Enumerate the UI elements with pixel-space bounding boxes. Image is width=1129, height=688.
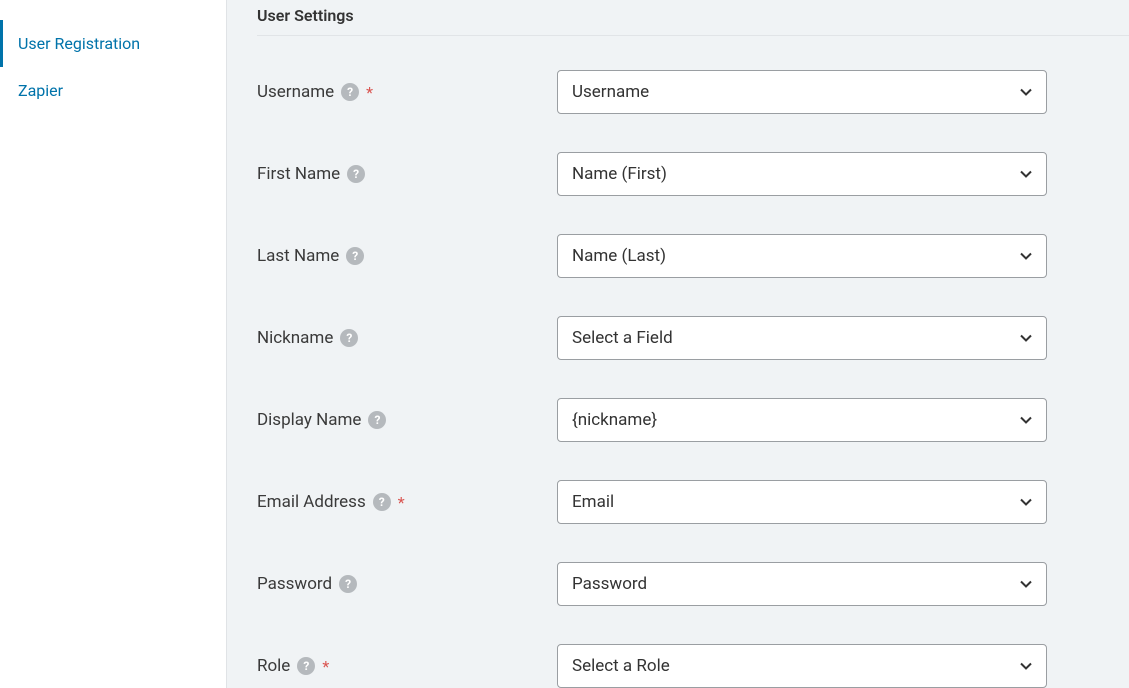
field-row-display-name: Display Name ? {nickname} bbox=[257, 398, 1129, 442]
help-icon[interactable]: ? bbox=[340, 329, 358, 347]
password-select[interactable]: Password bbox=[557, 562, 1047, 606]
last-name-select[interactable]: Name (Last) bbox=[557, 234, 1047, 278]
section-title: User Settings bbox=[257, 6, 1129, 36]
help-icon[interactable]: ? bbox=[368, 411, 386, 429]
select-value: Select a Role bbox=[572, 656, 670, 676]
select-wrap: Name (First) bbox=[557, 152, 1047, 196]
select-wrap: Email bbox=[557, 480, 1047, 524]
field-label: Last Name bbox=[257, 246, 339, 266]
help-icon[interactable]: ? bbox=[297, 657, 315, 675]
field-label: Display Name bbox=[257, 410, 361, 430]
select-wrap: Select a Field bbox=[557, 316, 1047, 360]
field-label-wrap: Role ? * bbox=[257, 656, 557, 676]
email-address-select[interactable]: Email bbox=[557, 480, 1047, 524]
select-value: Username bbox=[572, 82, 649, 102]
main-content: User Settings Username ? * Username Firs… bbox=[227, 0, 1129, 688]
display-name-select[interactable]: {nickname} bbox=[557, 398, 1047, 442]
field-label-wrap: Username ? * bbox=[257, 82, 557, 102]
required-marker: * bbox=[366, 83, 373, 102]
field-label: Role bbox=[257, 656, 290, 676]
select-value: Select a Field bbox=[572, 328, 673, 348]
select-wrap: Name (Last) bbox=[557, 234, 1047, 278]
help-icon[interactable]: ? bbox=[347, 165, 365, 183]
select-wrap: {nickname} bbox=[557, 398, 1047, 442]
field-label: First Name bbox=[257, 164, 340, 184]
sidebar-item-user-registration[interactable]: User Registration bbox=[0, 20, 226, 67]
sidebar-item-label: User Registration bbox=[18, 34, 140, 53]
nickname-select[interactable]: Select a Field bbox=[557, 316, 1047, 360]
required-marker: * bbox=[398, 493, 405, 512]
first-name-select[interactable]: Name (First) bbox=[557, 152, 1047, 196]
field-row-email-address: Email Address ? * Email bbox=[257, 480, 1129, 524]
role-select[interactable]: Select a Role bbox=[557, 644, 1047, 688]
field-row-nickname: Nickname ? Select a Field bbox=[257, 316, 1129, 360]
sidebar: User Registration Zapier bbox=[0, 0, 227, 688]
field-label-wrap: Nickname ? bbox=[257, 328, 557, 348]
sidebar-item-label: Zapier bbox=[18, 81, 63, 100]
field-row-first-name: First Name ? Name (First) bbox=[257, 152, 1129, 196]
select-wrap: Password bbox=[557, 562, 1047, 606]
field-label-wrap: Password ? bbox=[257, 574, 557, 594]
field-label-wrap: Last Name ? bbox=[257, 246, 557, 266]
field-row-password: Password ? Password bbox=[257, 562, 1129, 606]
field-label-wrap: First Name ? bbox=[257, 164, 557, 184]
field-label: Password bbox=[257, 574, 332, 594]
help-icon[interactable]: ? bbox=[339, 575, 357, 593]
help-icon[interactable]: ? bbox=[346, 247, 364, 265]
sidebar-item-zapier[interactable]: Zapier bbox=[0, 67, 226, 114]
field-label-wrap: Email Address ? * bbox=[257, 492, 557, 512]
field-row-username: Username ? * Username bbox=[257, 70, 1129, 114]
help-icon[interactable]: ? bbox=[373, 493, 391, 511]
select-wrap: Select a Role bbox=[557, 644, 1047, 688]
field-row-role: Role ? * Select a Role bbox=[257, 644, 1129, 688]
select-value: Password bbox=[572, 574, 647, 594]
select-value: Email bbox=[572, 492, 614, 512]
select-value: Name (First) bbox=[572, 164, 667, 184]
select-wrap: Username bbox=[557, 70, 1047, 114]
required-marker: * bbox=[322, 657, 329, 676]
field-row-last-name: Last Name ? Name (Last) bbox=[257, 234, 1129, 278]
field-label-wrap: Display Name ? bbox=[257, 410, 557, 430]
field-label: Email Address bbox=[257, 492, 366, 512]
select-value: {nickname} bbox=[572, 410, 657, 430]
field-label: Nickname bbox=[257, 328, 333, 348]
field-label: Username bbox=[257, 82, 334, 102]
help-icon[interactable]: ? bbox=[341, 83, 359, 101]
username-select[interactable]: Username bbox=[557, 70, 1047, 114]
select-value: Name (Last) bbox=[572, 246, 666, 266]
